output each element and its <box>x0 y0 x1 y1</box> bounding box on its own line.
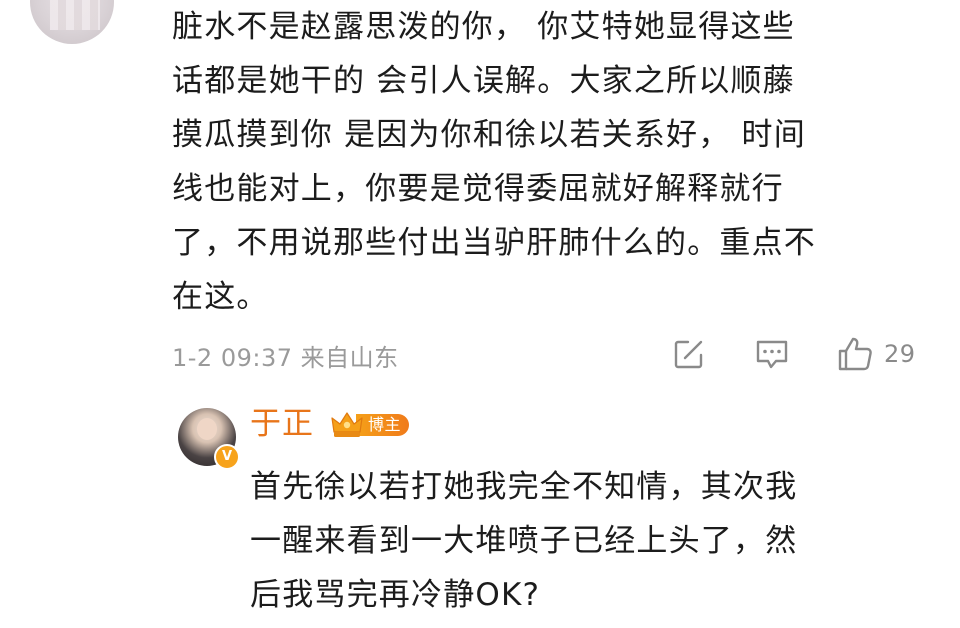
comment-line: 话都是她干的 会引人误解。大家之所以顺藤 <box>172 63 795 99</box>
crown-icon <box>331 412 363 437</box>
like-count: 29 <box>884 340 916 368</box>
reply-line: 一醒来看到一大堆喷子已经上头了，然 <box>250 523 798 559</box>
comment-line: 摸瓜摸到你 是因为你和徐以若关系好， 时间 <box>172 117 806 153</box>
reply-line: 首先徐以若打她我完全不知情，其次我 <box>250 469 798 505</box>
like-button[interactable]: 29 <box>836 334 916 374</box>
share-edit-icon <box>674 340 703 369</box>
comment-line: 脏水不是赵露思泼的你， 你艾特她显得这些 <box>172 9 795 45</box>
comment-meta-row: 1-2 09:37 来自山东 29 <box>172 334 932 376</box>
commenter-avatar[interactable] <box>30 0 114 44</box>
comment-bubble-icon <box>756 340 788 369</box>
reply-body: 首先徐以若打她我完全不知情，其次我 一醒来看到一大堆喷子已经上头了，然 后我骂完… <box>250 460 950 622</box>
comment-line: 线也能对上，你要是觉得委屈就好解释就行 <box>172 171 784 207</box>
avatar-blur <box>50 0 100 30</box>
share-button[interactable] <box>672 334 706 374</box>
reply-line: 后我骂完再冷静OK? <box>250 577 541 613</box>
blogger-badge: 博主 <box>330 410 410 440</box>
reply-author-avatar[interactable]: V <box>178 408 240 470</box>
author-reply: V 于正 博主 首先徐以若打她我完全不知情，其次我 一醒来看到一大堆喷子已经上头… <box>170 402 950 622</box>
thumbs-up-icon <box>838 337 872 371</box>
comment-line: 了，不用说那些付出当驴肝肺什么的。重点不 <box>172 225 816 261</box>
reply-author-name[interactable]: 于正 <box>250 402 314 446</box>
avatar-face <box>197 418 217 440</box>
comment-timestamp: 1-2 09:37 来自山东 <box>172 344 399 372</box>
vip-mark: V <box>214 444 240 470</box>
comment-body: 脏水不是赵露思泼的你， 你艾特她显得这些 话都是她干的 会引人误解。大家之所以顺… <box>172 0 942 324</box>
comment-button[interactable] <box>754 334 790 374</box>
comment-line: 在这。 <box>172 279 269 315</box>
